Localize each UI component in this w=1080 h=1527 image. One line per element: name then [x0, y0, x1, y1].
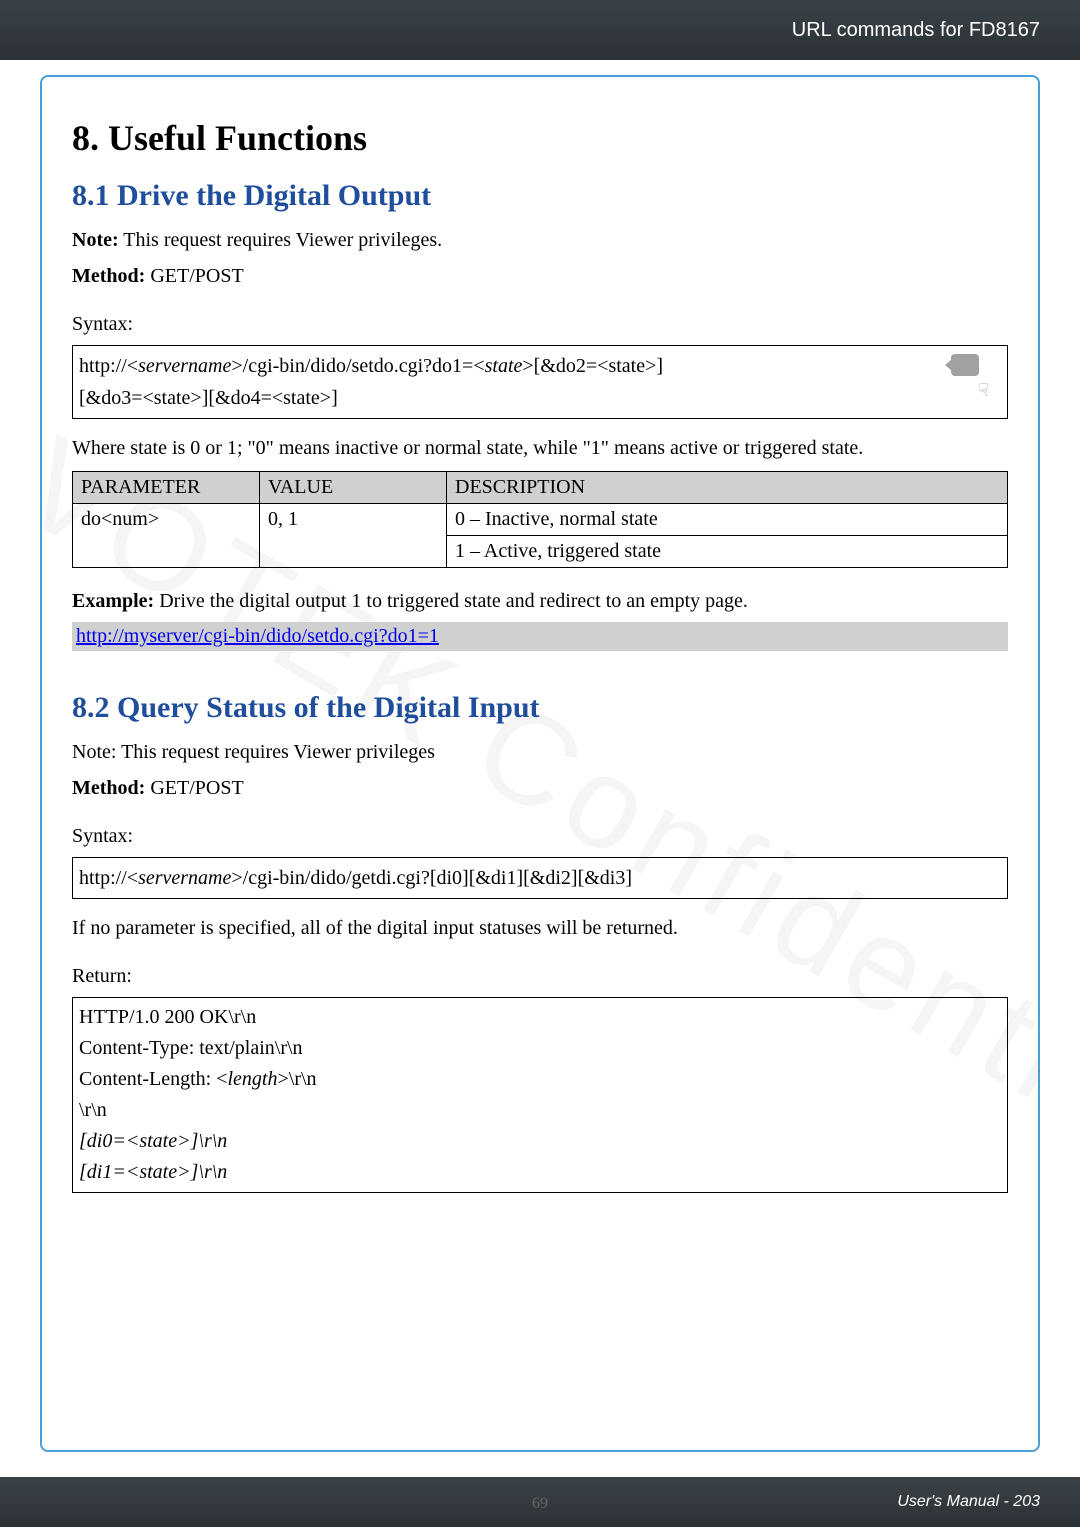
th-parameter: PARAMETER	[73, 472, 260, 504]
th-value: VALUE	[260, 472, 447, 504]
note-label: Note:	[72, 229, 119, 251]
s1b: servername	[138, 355, 231, 377]
td-param: do<num>	[73, 504, 260, 568]
chapter-title: 8. Useful Functions	[72, 117, 1008, 159]
example-text: Drive the digital output 1 to triggered …	[154, 590, 748, 612]
if-no-param-text: If no parameter is specified, all of the…	[72, 913, 1008, 943]
page-number-center: 69	[532, 1495, 548, 1513]
params-table: PARAMETER VALUE DESCRIPTION do<num> 0, 1…	[72, 471, 1008, 568]
example-link[interactable]: http://myserver/cgi-bin/dido/setdo.cgi?d…	[72, 622, 1008, 651]
section1-method: Method: GET/POST	[72, 261, 1008, 291]
return-line: Content-Type: text/plain\r\n	[79, 1033, 1001, 1064]
s1e: >[&do2=<state>]	[522, 355, 663, 377]
return-line: [di0=<state>]\r\n	[79, 1126, 1001, 1157]
td-desc1: 0 – Inactive, normal state	[447, 504, 1008, 536]
footer-right-text: User's Manual - 203	[897, 1493, 1040, 1511]
s1a: http://<	[79, 355, 138, 377]
state-italic: state	[139, 1130, 177, 1152]
section2-method: Method: GET/POST	[72, 773, 1008, 803]
th-description: DESCRIPTION	[447, 472, 1008, 504]
content-frame: VIVOTEK Confidential 8. Useful Functions…	[40, 75, 1040, 1452]
s2c: >/cgi-bin/dido/getdi.cgi?[di0][&di1][&di…	[231, 867, 632, 889]
table-row: do<num> 0, 1 0 – Inactive, normal state	[73, 504, 1008, 536]
td-desc2: 1 – Active, triggered state	[447, 536, 1008, 568]
td-value: 0, 1	[260, 504, 447, 568]
return-line: \r\n	[79, 1095, 1001, 1126]
section1-note: Note: This request requires Viewer privi…	[72, 225, 1008, 255]
section2-note: Note: This request requires Viewer privi…	[72, 737, 1008, 767]
s2b: servername	[138, 867, 231, 889]
header-bar: URL commands for FD8167	[0, 0, 1080, 60]
state-italic2: state	[139, 1161, 177, 1183]
method-value: GET/POST	[145, 265, 243, 287]
section-8-2-title: 8.2 Query Status of the Digital Input	[72, 691, 1008, 725]
section-8-1-title: 8.1 Drive the Digital Output	[72, 179, 1008, 213]
example-label: Example:	[72, 590, 154, 612]
return-label: Return:	[72, 961, 1008, 991]
table-header-row: PARAMETER VALUE DESCRIPTION	[73, 472, 1008, 504]
syntax-box-2: http://<servername>/cgi-bin/dido/getdi.c…	[72, 857, 1008, 899]
syntax1-line1: http://<servername>/cgi-bin/dido/setdo.c…	[79, 350, 1001, 382]
method-label-2: Method:	[72, 777, 145, 799]
example-line: Example: Drive the digital output 1 to t…	[72, 586, 1008, 616]
return-line: [di1=<state>]\r\n	[79, 1157, 1001, 1188]
syntax-box-1: http://<servername>/cgi-bin/dido/setdo.c…	[72, 345, 1008, 419]
return-box: HTTP/1.0 200 OK\r\n Content-Type: text/p…	[72, 997, 1008, 1193]
syntax1-line2: [&do3=<state>][&do4=<state>]	[79, 382, 1001, 414]
s1c: >/cgi-bin/dido/setdo.cgi?do1=<	[231, 355, 484, 377]
return-line: HTTP/1.0 200 OK\r\n	[79, 1002, 1001, 1033]
return-line: Content-Length: <length>\r\n	[79, 1064, 1001, 1095]
length-italic: length	[227, 1068, 277, 1090]
method-label: Method:	[72, 265, 145, 287]
s1d: state	[485, 355, 523, 377]
method-value-2: GET/POST	[145, 777, 243, 799]
note-text: This request requires Viewer privileges.	[119, 229, 443, 251]
s2a: http://<	[79, 867, 138, 889]
syntax-label-2: Syntax:	[72, 821, 1008, 851]
syntax-label-1: Syntax:	[72, 309, 1008, 339]
header-title: URL commands for FD8167	[792, 19, 1040, 42]
where-text: Where state is 0 or 1; "0" means inactiv…	[72, 433, 1008, 463]
